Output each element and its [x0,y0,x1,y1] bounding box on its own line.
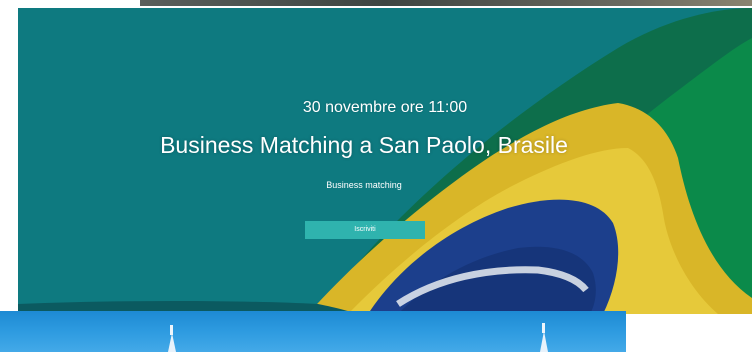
event-hero-content: 30 novembre ore 11:00 Business Matching … [18,8,752,314]
event-date-time: 30 novembre ore 11:00 [302,99,468,116]
next-event-card-image[interactable] [0,311,626,352]
register-button[interactable]: Iscriviti [305,221,425,239]
previous-event-card-image[interactable] [140,0,752,6]
event-hero-card[interactable]: 30 novembre ore 11:00 Business Matching … [18,8,752,314]
event-title[interactable]: Business Matching a San Paolo, Brasile [18,131,710,159]
page: 30 novembre ore 11:00 Business Matching … [0,0,752,352]
event-category: Business matching [326,180,402,190]
sky-antenna-image [168,323,548,352]
